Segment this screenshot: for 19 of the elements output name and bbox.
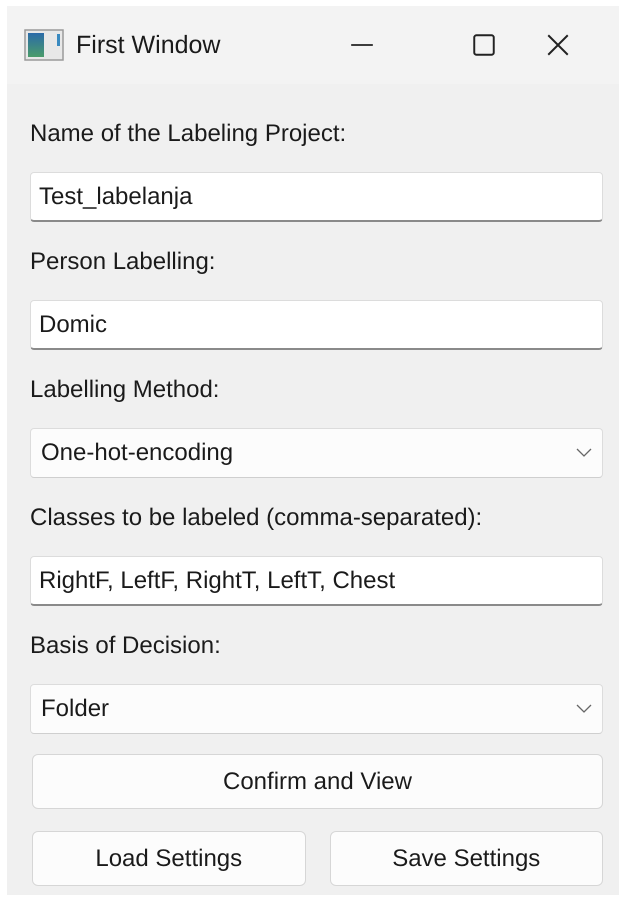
close-icon[interactable] [545,32,571,58]
input-field[interactable]: Test_labelanja [30,172,603,222]
chevron-down-icon [576,704,592,714]
field-label: Basis of Decision: [30,631,222,661]
app-icon [24,29,64,61]
field-label: Person Labelling: [30,247,216,277]
dropdown[interactable]: Folder [30,684,603,734]
input-field[interactable]: Domic [30,300,603,350]
input-field[interactable]: RightF, LeftF, RightT, LeftT, Chest [30,556,603,606]
window-title: First Window [76,30,220,60]
push-button[interactable]: Save Settings [330,831,603,886]
push-button[interactable]: Confirm and View [32,754,603,809]
field-label: Name of the Labeling Project: [30,119,348,149]
chevron-down-icon [576,448,592,458]
maximize-icon[interactable] [471,32,497,58]
field-label: Classes to be labeled (comma-separated): [30,503,484,533]
field-label: Labelling Method: [30,375,220,405]
push-button[interactable]: Load Settings [32,831,306,886]
dropdown[interactable]: One-hot-encoding [30,428,603,478]
